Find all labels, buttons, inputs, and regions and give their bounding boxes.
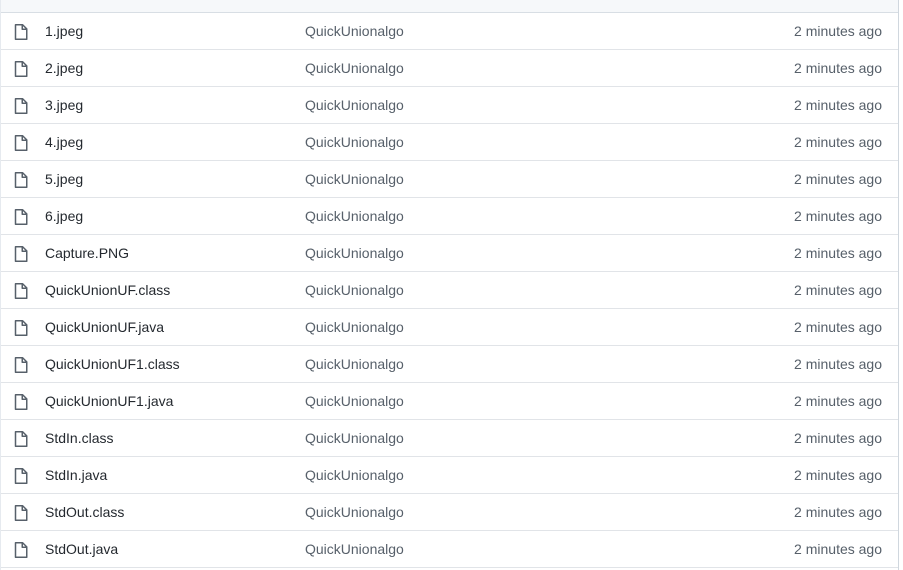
file-row[interactable]: StdIn.java QuickUnionalgo 2 minutes ago xyxy=(1,457,898,494)
commit-message-link[interactable]: QuickUnionalgo xyxy=(305,457,404,493)
file-row[interactable]: QuickUnionUF1.java QuickUnionalgo 2 minu… xyxy=(1,383,898,420)
commit-message-link[interactable]: QuickUnionalgo xyxy=(305,50,404,86)
commit-age: 2 minutes ago xyxy=(794,208,882,224)
commit-message-link[interactable]: QuickUnionalgo xyxy=(305,346,404,382)
file-name-link[interactable]: 3.jpeg xyxy=(45,87,83,123)
file-row[interactable]: 4.jpeg QuickUnionalgo 2 minutes ago xyxy=(1,124,898,161)
commit-message-link[interactable]: QuickUnionalgo xyxy=(305,383,404,419)
file-icon xyxy=(14,24,28,40)
file-icon xyxy=(14,394,28,410)
commit-age: 2 minutes ago xyxy=(794,541,882,557)
file-name-link[interactable]: QuickUnionUF1.java xyxy=(45,383,173,419)
file-name-link[interactable]: 6.jpeg xyxy=(45,198,83,234)
file-name-link[interactable]: QuickUnionUF.java xyxy=(45,309,164,345)
file-row[interactable]: 5.jpeg QuickUnionalgo 2 minutes ago xyxy=(1,161,898,198)
commit-age: 2 minutes ago xyxy=(794,430,882,446)
file-icon xyxy=(14,246,28,262)
file-row[interactable]: 6.jpeg QuickUnionalgo 2 minutes ago xyxy=(1,198,898,235)
file-row[interactable]: QuickUnionUF.java QuickUnionalgo 2 minut… xyxy=(1,309,898,346)
file-name-link[interactable]: 2.jpeg xyxy=(45,50,83,86)
file-icon xyxy=(14,98,28,114)
commit-age: 2 minutes ago xyxy=(794,504,882,520)
file-row[interactable]: 1.jpeg QuickUnionalgo 2 minutes ago xyxy=(1,13,898,50)
commit-message-link[interactable]: QuickUnionalgo xyxy=(305,531,404,567)
commit-message-link[interactable]: QuickUnionalgo xyxy=(305,13,404,49)
commit-age: 2 minutes ago xyxy=(794,356,882,372)
file-row[interactable]: QuickUnionUF.class QuickUnionalgo 2 minu… xyxy=(1,272,898,309)
commit-age: 2 minutes ago xyxy=(794,23,882,39)
file-icon xyxy=(14,320,28,336)
file-name-link[interactable]: StdOut.class xyxy=(45,494,124,530)
commit-message-link[interactable]: QuickUnionalgo xyxy=(305,494,404,530)
commit-age: 2 minutes ago xyxy=(794,171,882,187)
file-name-link[interactable]: QuickUnionUF1.class xyxy=(45,346,180,382)
commit-age: 2 minutes ago xyxy=(794,467,882,483)
commit-message-link[interactable]: QuickUnionalgo xyxy=(305,198,404,234)
commit-age: 2 minutes ago xyxy=(794,245,882,261)
commit-message-link[interactable]: QuickUnionalgo xyxy=(305,235,404,271)
file-name-link[interactable]: 4.jpeg xyxy=(45,124,83,160)
file-name-link[interactable]: StdOut.java xyxy=(45,531,118,567)
file-row[interactable]: 3.jpeg QuickUnionalgo 2 minutes ago xyxy=(1,87,898,124)
file-icon xyxy=(14,357,28,373)
commit-age: 2 minutes ago xyxy=(794,134,882,150)
commit-age: 2 minutes ago xyxy=(794,97,882,113)
commit-age: 2 minutes ago xyxy=(794,282,882,298)
file-icon xyxy=(14,468,28,484)
file-name-link[interactable]: 1.jpeg xyxy=(45,13,83,49)
file-name-link[interactable]: Capture.PNG xyxy=(45,235,129,271)
commit-message-link[interactable]: QuickUnionalgo xyxy=(305,309,404,345)
commit-message-link[interactable]: QuickUnionalgo xyxy=(305,420,404,456)
file-icon xyxy=(14,283,28,299)
file-row[interactable]: StdIn.class QuickUnionalgo 2 minutes ago xyxy=(1,420,898,457)
commit-message-link[interactable]: QuickUnionalgo xyxy=(305,272,404,308)
file-name-link[interactable]: StdIn.class xyxy=(45,420,113,456)
file-rows: 1.jpeg QuickUnionalgo 2 minutes ago 2.jp… xyxy=(1,13,898,568)
file-name-link[interactable]: 5.jpeg xyxy=(45,161,83,197)
commit-message-link[interactable]: QuickUnionalgo xyxy=(305,124,404,160)
file-list-table: 1.jpeg QuickUnionalgo 2 minutes ago 2.jp… xyxy=(0,0,899,570)
file-icon xyxy=(14,135,28,151)
commit-message-link[interactable]: QuickUnionalgo xyxy=(305,87,404,123)
file-row[interactable]: 2.jpeg QuickUnionalgo 2 minutes ago xyxy=(1,50,898,87)
commit-age: 2 minutes ago xyxy=(794,60,882,76)
file-row[interactable]: StdOut.java QuickUnionalgo 2 minutes ago xyxy=(1,531,898,568)
commit-age: 2 minutes ago xyxy=(794,319,882,335)
file-icon xyxy=(14,61,28,77)
file-row[interactable]: QuickUnionUF1.class QuickUnionalgo 2 min… xyxy=(1,346,898,383)
table-header-strip xyxy=(1,0,898,13)
file-icon xyxy=(14,431,28,447)
file-row[interactable]: Capture.PNG QuickUnionalgo 2 minutes ago xyxy=(1,235,898,272)
file-row[interactable]: StdOut.class QuickUnionalgo 2 minutes ag… xyxy=(1,494,898,531)
file-name-link[interactable]: StdIn.java xyxy=(45,457,107,493)
commit-message-link[interactable]: QuickUnionalgo xyxy=(305,161,404,197)
file-name-link[interactable]: QuickUnionUF.class xyxy=(45,272,170,308)
file-icon xyxy=(14,209,28,225)
file-icon xyxy=(14,542,28,558)
file-icon xyxy=(14,172,28,188)
commit-age: 2 minutes ago xyxy=(794,393,882,409)
file-icon xyxy=(14,505,28,521)
